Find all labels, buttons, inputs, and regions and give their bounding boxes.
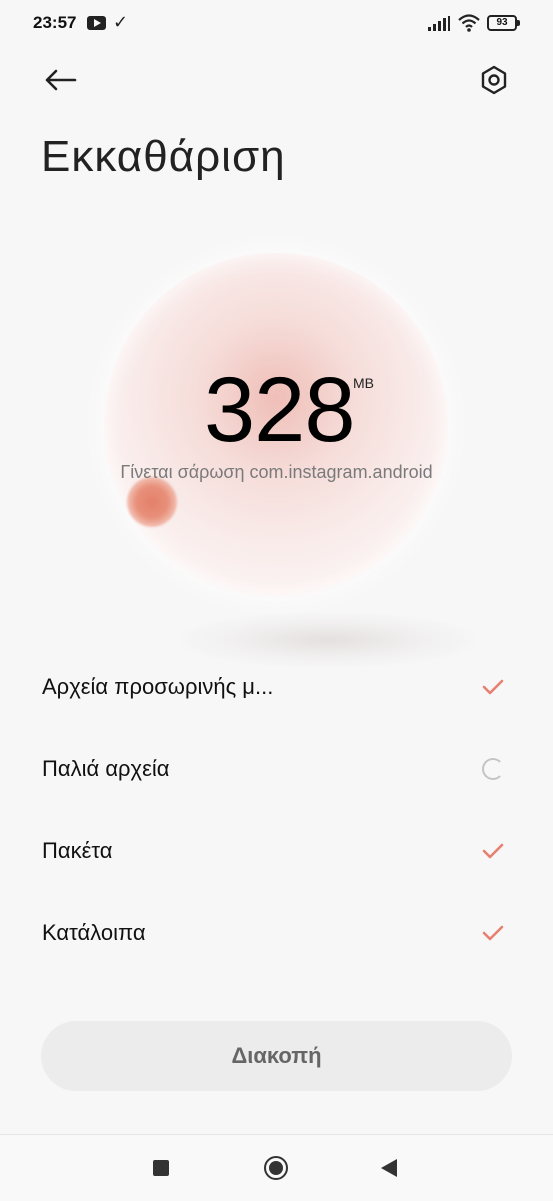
download-check-icon: ✓ bbox=[113, 12, 129, 32]
list-item-label: Κατάλοιπα bbox=[42, 920, 146, 945]
back-button[interactable] bbox=[40, 60, 80, 100]
wifi-icon bbox=[458, 14, 480, 32]
status-bar: 23:57 ✓ 93 bbox=[0, 0, 553, 48]
status-time: 23:57 bbox=[33, 13, 77, 32]
list-item-label: Πακέτα bbox=[42, 838, 113, 863]
junk-size-value: 328 bbox=[204, 359, 355, 461]
back-arrow-icon bbox=[45, 69, 77, 91]
battery-icon: 93 bbox=[487, 15, 520, 31]
page-title: Εκκαθάριση bbox=[41, 132, 286, 181]
check-icon bbox=[478, 918, 508, 948]
home-icon[interactable] bbox=[264, 1156, 288, 1180]
check-icon bbox=[478, 836, 508, 866]
scan-status-text: Γίνεται σάρωση com.instagram.android bbox=[120, 462, 433, 482]
nav-back-icon[interactable] bbox=[381, 1159, 397, 1177]
signal-icon bbox=[428, 16, 450, 31]
youtube-icon bbox=[87, 16, 106, 30]
list-item-residual-files[interactable]: Κατάλοιπα bbox=[0, 898, 553, 968]
junk-size-unit: MB bbox=[353, 375, 374, 391]
list-item-cache-files[interactable]: Αρχεία προσωρινής μ... bbox=[0, 652, 553, 722]
list-item-label: Παλιά αρχεία bbox=[42, 756, 170, 781]
stop-button[interactable]: Διακοπή bbox=[41, 1021, 512, 1091]
list-item-packages[interactable]: Πακέτα bbox=[0, 816, 553, 886]
loading-spinner-icon bbox=[478, 754, 508, 784]
navigation-bar bbox=[0, 1134, 553, 1201]
recent-apps-icon[interactable] bbox=[153, 1160, 169, 1176]
list-item-label: Αρχεία προσωρινής μ... bbox=[42, 674, 274, 699]
settings-button[interactable] bbox=[472, 58, 516, 102]
list-item-old-files[interactable]: Παλιά αρχεία bbox=[0, 734, 553, 804]
check-icon bbox=[478, 672, 508, 702]
scan-orb bbox=[127, 477, 177, 527]
settings-hex-icon bbox=[481, 65, 507, 95]
